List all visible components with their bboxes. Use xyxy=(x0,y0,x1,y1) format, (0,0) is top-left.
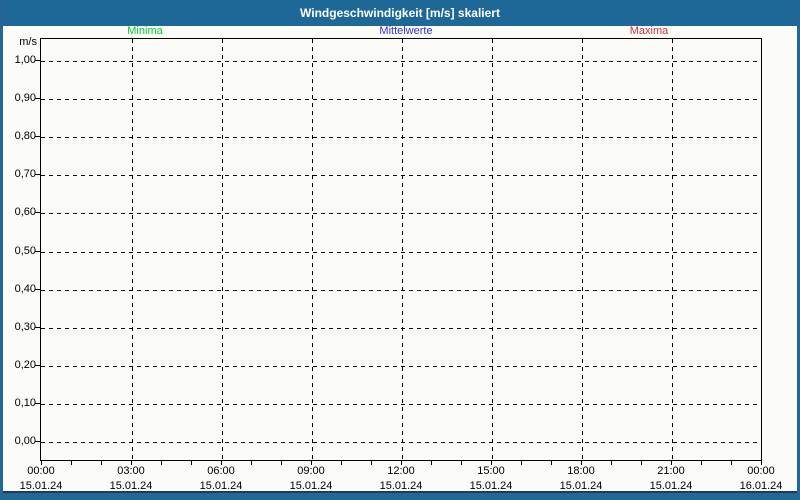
chart-panel: Windgeschwindigkeit [m/s] skaliert Minim… xyxy=(3,0,797,493)
y-gridline xyxy=(41,99,761,100)
x-hour-tick-mark xyxy=(701,461,702,465)
x-hour-tick-mark xyxy=(491,461,492,465)
y-gridline xyxy=(41,328,761,329)
x-hour-tick-mark xyxy=(191,461,192,465)
y-tick-label: 0,10 xyxy=(3,397,36,410)
x-gridline xyxy=(222,39,223,460)
x-date-label: 15.01.24 xyxy=(459,480,523,492)
x-hour-tick-mark xyxy=(671,461,672,465)
y-tick-label: 0,50 xyxy=(3,245,36,258)
x-hour-tick-mark xyxy=(611,461,612,465)
x-hour-tick-mark xyxy=(581,461,582,465)
x-hour-tick-mark xyxy=(101,461,102,465)
y-axis-unit-label: m/s xyxy=(3,36,37,48)
x-time-label: 15:00 xyxy=(461,465,521,477)
legend-item-maxima: Maxima xyxy=(630,25,669,38)
x-hour-tick-mark xyxy=(251,461,252,465)
x-hour-tick-mark xyxy=(731,461,732,465)
x-date-label: 15.01.24 xyxy=(639,480,703,492)
y-gridline xyxy=(41,175,761,176)
legend-item-minima: Minima xyxy=(127,25,162,38)
x-hour-tick-mark xyxy=(461,461,462,465)
chart-title: Windgeschwindigkeit [m/s] skaliert xyxy=(300,6,500,20)
legend-item-mittelwerte: Mittelwerte xyxy=(379,25,432,38)
y-gridline xyxy=(41,61,761,62)
x-date-label: 15.01.24 xyxy=(99,480,163,492)
x-time-label: 09:00 xyxy=(281,465,341,477)
y-tick-label: 0,80 xyxy=(3,130,36,143)
x-date-label: 15.01.24 xyxy=(369,480,433,492)
x-hour-tick-mark xyxy=(401,461,402,465)
x-hour-tick-mark xyxy=(131,461,132,465)
x-hour-tick-mark xyxy=(341,461,342,465)
chart-window: Windgeschwindigkeit [m/s] skaliert Minim… xyxy=(0,0,800,500)
y-gridline xyxy=(41,290,761,291)
y-tick-label: 0,00 xyxy=(3,435,36,448)
x-hour-tick-mark xyxy=(161,461,162,465)
y-tick-label: 1,00 xyxy=(3,54,36,67)
x-date-label: 15.01.24 xyxy=(189,480,253,492)
x-time-label: 03:00 xyxy=(101,465,161,477)
x-time-label: 00:00 xyxy=(731,465,791,477)
x-hour-tick-mark xyxy=(221,461,222,465)
x-hour-tick-mark xyxy=(521,461,522,465)
x-date-label: 15.01.24 xyxy=(549,480,613,492)
x-date-label: 15.01.24 xyxy=(9,480,73,492)
x-gridline xyxy=(132,39,133,460)
y-gridline xyxy=(41,213,761,214)
x-hour-tick-mark xyxy=(641,461,642,465)
x-hour-tick-mark xyxy=(311,461,312,465)
x-gridline xyxy=(312,39,313,460)
y-gridline xyxy=(41,404,761,405)
x-date-label: 16.01.24 xyxy=(729,480,793,492)
x-hour-tick-mark xyxy=(71,461,72,465)
x-gridline xyxy=(492,39,493,460)
y-tick-label: 0,60 xyxy=(3,206,36,219)
x-gridline xyxy=(582,39,583,460)
y-gridline xyxy=(41,366,761,367)
x-hour-tick-mark xyxy=(41,461,42,465)
x-time-label: 00:00 xyxy=(11,465,71,477)
x-hour-tick-mark xyxy=(431,461,432,465)
x-date-label: 15.01.24 xyxy=(279,480,343,492)
y-gridline xyxy=(41,137,761,138)
y-tick-label: 0,70 xyxy=(3,168,36,181)
y-tick-label: 0,90 xyxy=(3,92,36,105)
x-time-label: 12:00 xyxy=(371,465,431,477)
x-gridline xyxy=(672,39,673,460)
y-tick-label: 0,30 xyxy=(3,321,36,334)
y-gridline xyxy=(41,252,761,253)
x-hour-tick-mark xyxy=(761,461,762,465)
y-gridline xyxy=(41,442,761,443)
x-hour-tick-mark xyxy=(551,461,552,465)
x-gridline xyxy=(402,39,403,460)
x-time-label: 06:00 xyxy=(191,465,251,477)
x-time-label: 18:00 xyxy=(551,465,611,477)
y-tick-label: 0,20 xyxy=(3,359,36,372)
x-time-label: 21:00 xyxy=(641,465,701,477)
plot-area xyxy=(40,38,762,461)
title-bar: Windgeschwindigkeit [m/s] skaliert xyxy=(3,0,797,26)
y-tick-label: 0,40 xyxy=(3,283,36,296)
x-hour-tick-mark xyxy=(281,461,282,465)
x-hour-tick-mark xyxy=(371,461,372,465)
